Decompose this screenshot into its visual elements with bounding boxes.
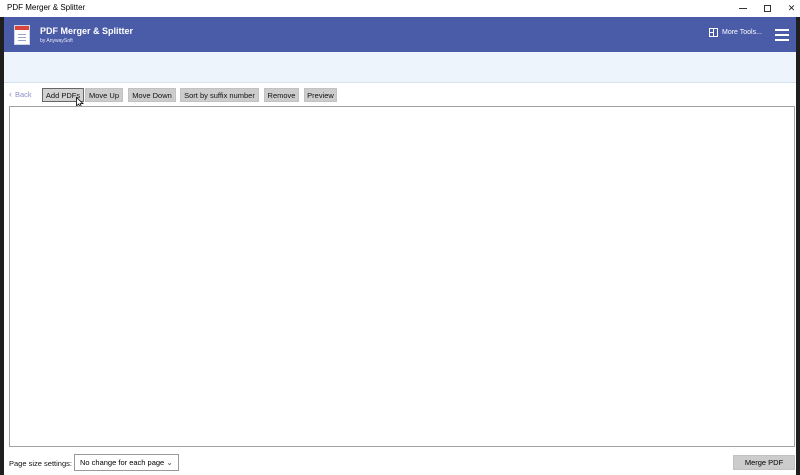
logo-lines	[18, 34, 26, 35]
move-down-button[interactable]: Move Down	[128, 88, 176, 102]
footer: Page size settings: No change for each p…	[4, 450, 796, 475]
pdf-file-list[interactable]	[9, 106, 795, 447]
info-band	[4, 52, 796, 83]
back-label: Back	[15, 90, 32, 99]
toolbar: ‹ Back Add PDFs Move Up Move Down Sort b…	[4, 86, 796, 104]
remove-button[interactable]: Remove	[264, 88, 299, 102]
app-publisher: by AnywaySoft	[40, 38, 73, 44]
chevron-down-icon: ⌄	[166, 458, 173, 467]
app-header: PDF Merger & Splitter by AnywaySoft More…	[4, 17, 796, 52]
chevron-left-icon: ‹	[9, 89, 12, 99]
close-icon: ✕	[787, 3, 796, 13]
minimize-icon	[738, 8, 747, 9]
page-size-value: No change for each page	[80, 458, 165, 467]
hamburger-icon-line	[775, 34, 789, 36]
hamburger-icon-line	[775, 29, 789, 31]
logo-band	[15, 26, 29, 30]
menu-button[interactable]	[775, 29, 789, 41]
preview-button[interactable]: Preview	[304, 88, 337, 102]
back-button[interactable]: ‹ Back	[9, 89, 32, 100]
move-up-button[interactable]: Move Up	[85, 88, 123, 102]
app-name: PDF Merger & Splitter	[40, 26, 134, 36]
page-size-label: Page size settings:	[9, 459, 72, 468]
more-tools-label: More Tools...	[722, 29, 762, 36]
window-titlebar: PDF Merger & Splitter ✕	[0, 0, 800, 17]
window-frame-right	[796, 17, 800, 475]
more-tools-button[interactable]: More Tools...	[709, 28, 762, 37]
sort-by-suffix-button[interactable]: Sort by suffix number	[180, 88, 259, 102]
close-button[interactable]: ✕	[775, 0, 800, 17]
app-logo-icon	[14, 25, 30, 45]
more-tools-icon	[709, 28, 718, 37]
window-title: PDF Merger & Splitter	[7, 3, 86, 12]
merge-pdf-button[interactable]: Merge PDF	[733, 455, 795, 470]
maximize-icon	[764, 5, 771, 12]
page-size-dropdown[interactable]: No change for each page ⌄	[74, 454, 179, 471]
hamburger-icon-line	[775, 39, 789, 41]
